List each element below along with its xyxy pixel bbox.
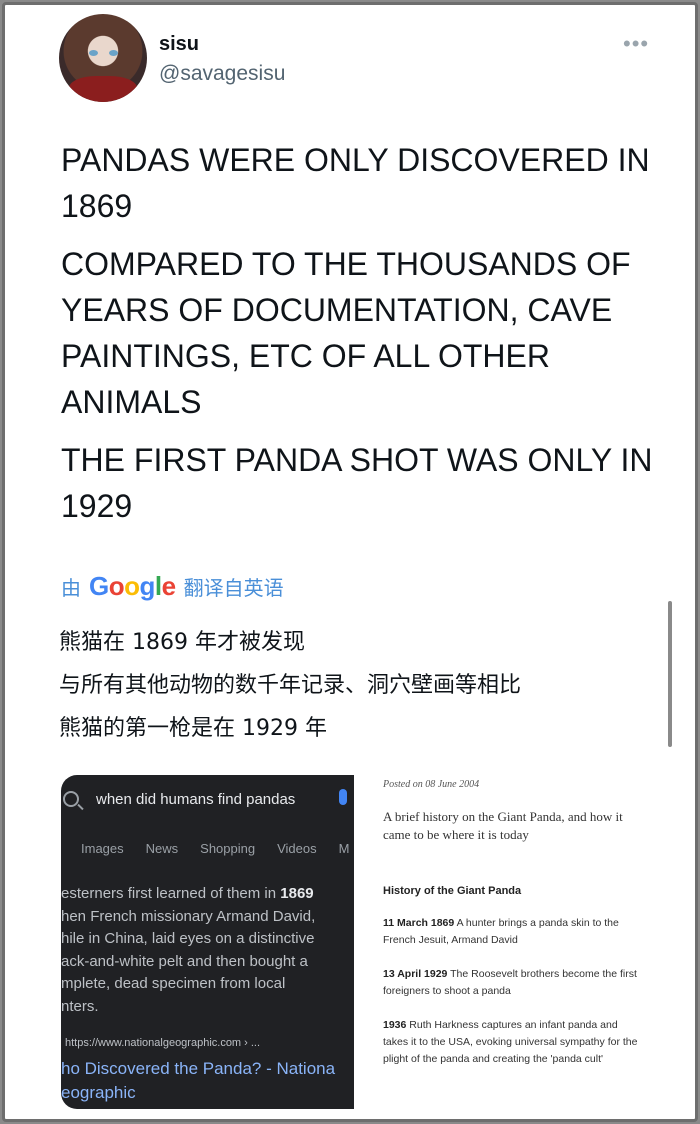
- tab-videos: Videos: [277, 841, 317, 856]
- search-tabs: Images News Shopping Videos M: [81, 841, 349, 856]
- tweet-text: PANDAS WERE ONLY DISCOVERED IN 1869 COMP…: [61, 137, 661, 541]
- translated-text: 熊猫在 1869 年才被发现 与所有其他动物的数千年记录、洞穴壁画等相比 熊猫的…: [59, 621, 521, 750]
- display-name[interactable]: sisu: [159, 33, 199, 56]
- avatar-eye-right: [109, 50, 118, 56]
- google-logo: Google: [89, 570, 176, 601]
- tweet-paragraph: THE FIRST PANDA SHOT WAS ONLY IN 1929: [61, 442, 653, 524]
- translated-line: 与所有其他动物的数千年记录、洞穴壁画等相比: [59, 673, 522, 698]
- entry-text: Ruth Harkness captures an infant panda a…: [383, 1019, 638, 1065]
- article-heading: History of the Giant Panda: [383, 885, 522, 897]
- snippet-bold: 1869: [280, 885, 314, 902]
- entry-date: 1936: [383, 1019, 407, 1031]
- scrollbar[interactable]: [668, 601, 672, 747]
- entry-date: 13 April 1929: [383, 968, 448, 980]
- translated-line: 熊猫的第一枪是在 1929 年: [59, 716, 327, 741]
- result-title: ho Discovered the Panda? - Nationa eogra…: [61, 1059, 336, 1102]
- avatar-eye-left: [89, 50, 98, 56]
- tweet-paragraph: COMPARED TO THE THOUSANDS OF YEARS OF DO…: [61, 246, 631, 420]
- microphone-icon: [339, 789, 347, 805]
- tweet-paragraph: PANDAS WERE ONLY DISCOVERED IN 1869: [61, 142, 650, 224]
- history-entry: 11 March 1869 A hunter brings a panda sk…: [383, 915, 643, 949]
- search-bar: when did humans find pandas: [61, 785, 354, 821]
- avatar[interactable]: [59, 14, 147, 102]
- translated-by-google[interactable]: 由 Google 翻译自英语: [61, 569, 284, 603]
- tab-images: Images: [81, 841, 124, 856]
- result-snippet: esterners first learned of them in 1869 …: [61, 883, 354, 1018]
- media-image-search-result[interactable]: when did humans find pandas Images News …: [61, 775, 354, 1109]
- entry-date: 11 March 1869: [383, 917, 455, 929]
- source-url: https://www.nationalgeographic.com › ...: [65, 1037, 261, 1049]
- tab-more: M: [338, 841, 350, 856]
- tweet-card: sisu @savagesisu ••• PANDAS WERE ONLY DI…: [2, 2, 698, 1122]
- search-query: when did humans find pandas: [96, 791, 296, 808]
- posted-date: Posted on 08 June 2004: [383, 779, 480, 790]
- media-image-article[interactable]: Posted on 08 June 2004 A brief history o…: [354, 775, 650, 1109]
- snippet-prefix: esterners first learned of them in: [61, 885, 281, 902]
- user-handle[interactable]: @savagesisu: [159, 62, 285, 86]
- snippet-rest: hen French missionary Armand David, hile…: [61, 907, 316, 1015]
- tab-shopping: Shopping: [200, 841, 256, 856]
- by-label: 由: [61, 577, 81, 600]
- tab-news: News: [145, 841, 179, 856]
- history-entry: 13 April 1929 The Roosevelt brothers bec…: [383, 966, 643, 1000]
- article-lead: A brief history on the Giant Panda, and …: [383, 809, 623, 842]
- more-options-icon[interactable]: •••: [623, 31, 649, 57]
- translated-line: 熊猫在 1869 年才被发现: [59, 630, 305, 655]
- history-entry: 1936 Ruth Harkness captures an infant pa…: [383, 1017, 643, 1068]
- search-icon: [63, 791, 79, 807]
- avatar-scarf: [69, 76, 137, 102]
- translated-from-label: 翻译自英语: [183, 577, 284, 600]
